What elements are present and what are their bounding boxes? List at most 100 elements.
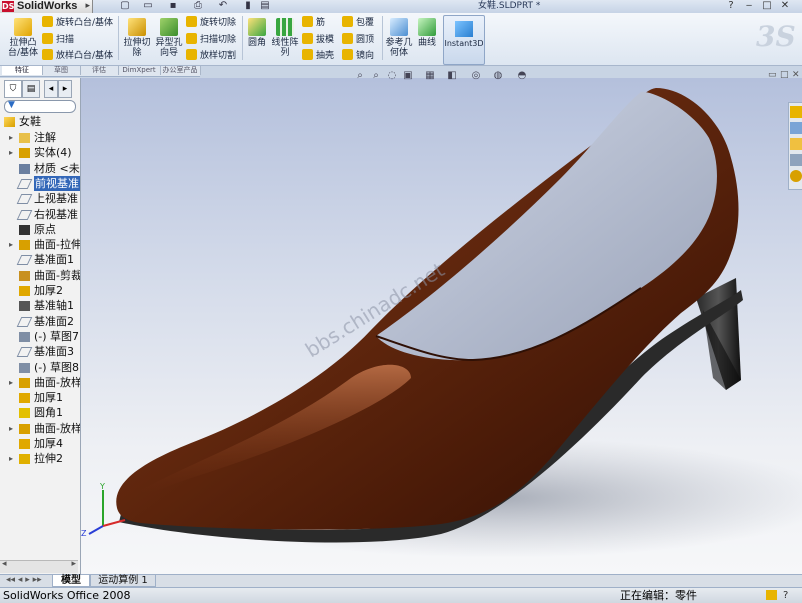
- tree-item[interactable]: 加厚2: [0, 283, 80, 298]
- tree-item[interactable]: ▸ 曲面-放样: [0, 375, 80, 390]
- sweep-button[interactable]: 扫描: [42, 33, 74, 47]
- tree-item[interactable]: 基准面2: [0, 314, 80, 329]
- tree-item[interactable]: 右视基准: [0, 207, 80, 222]
- tree-root[interactable]: 女鞋: [0, 114, 80, 129]
- save-icon[interactable]: ▪: [166, 0, 180, 12]
- ribbon-separator: [242, 16, 243, 60]
- open-folder-icon[interactable]: ▭: [141, 0, 155, 12]
- sketch-icon: [19, 331, 30, 342]
- minimize-button[interactable]: ‒: [740, 0, 758, 12]
- tree-item[interactable]: ▸ 实体(4): [0, 145, 80, 160]
- tab-scroll-icons[interactable]: ◂◂ ◂ ▸ ▸▸: [6, 575, 42, 585]
- expand-arrow-icon[interactable]: ▸: [9, 375, 13, 390]
- rib-button[interactable]: 筋: [302, 16, 325, 30]
- revolve-boss-button[interactable]: 旋转凸台/基体: [42, 16, 113, 30]
- expand-arrow-icon[interactable]: ▸: [9, 145, 13, 160]
- viewport-restore-icon[interactable]: ▭: [768, 70, 777, 80]
- tree-item[interactable]: ▸ 曲面-拉伸: [0, 237, 80, 252]
- tree-item[interactable]: 曲面-剪裁: [0, 268, 80, 283]
- scroll-right-arrow-icon[interactable]: ▸: [71, 559, 76, 569]
- file-explorer-icon[interactable]: [790, 138, 802, 150]
- sweep-cut-button[interactable]: 扫描切除: [186, 33, 236, 47]
- display-style-icon[interactable]: ◧: [444, 69, 460, 83]
- tree-item[interactable]: 基准轴1: [0, 298, 80, 313]
- property-manager-tab-icon[interactable]: ▤: [22, 80, 40, 98]
- feature-filter-input[interactable]: ▼: [4, 100, 76, 113]
- expand-arrow-icon[interactable]: ▸: [9, 130, 13, 145]
- tree-item[interactable]: 基准面3: [0, 344, 80, 359]
- rebuild-icon[interactable]: ▮: [241, 0, 255, 12]
- tree-item[interactable]: 材质 <未: [0, 161, 80, 176]
- tree-item[interactable]: 原点: [0, 222, 80, 237]
- tree-item[interactable]: 基准面1: [0, 252, 80, 267]
- tab-dimxpert[interactable]: DimXpert: [118, 66, 161, 75]
- maximize-button[interactable]: □: [758, 0, 776, 12]
- options-icon[interactable]: ▤: [258, 0, 272, 12]
- tree-item[interactable]: 圆角1: [0, 405, 80, 420]
- scroll-left-icon[interactable]: ◂: [44, 80, 58, 98]
- horizontal-scrollbar[interactable]: ◂ ▸: [0, 559, 78, 573]
- rebuild-status-icon[interactable]: [766, 590, 777, 600]
- tab-evaluate[interactable]: 评估: [80, 66, 119, 75]
- tree-item[interactable]: (-) 草图8: [0, 360, 80, 375]
- expand-arrow-icon[interactable]: ▸: [9, 421, 13, 436]
- print-icon[interactable]: ⎙: [191, 0, 205, 12]
- wrap-button[interactable]: 包覆: [342, 16, 374, 30]
- tree-item[interactable]: 上视基准: [0, 191, 80, 206]
- hole-wizard-button[interactable]: 异型孔向导: [154, 18, 184, 58]
- scroll-left-arrow-icon[interactable]: ◂: [2, 559, 7, 569]
- dome-button[interactable]: 圆顶: [342, 33, 374, 47]
- apply-scene-icon[interactable]: ◓: [514, 69, 530, 83]
- previous-view-icon[interactable]: ◌: [384, 69, 400, 83]
- appearances-icon[interactable]: [790, 170, 802, 182]
- view-orientation-icon[interactable]: ▦: [422, 69, 438, 83]
- tree-item[interactable]: (-) 草图7: [0, 329, 80, 344]
- tab-office-products[interactable]: 办公室产品: [160, 66, 201, 75]
- viewport-maximize-icon[interactable]: □: [780, 70, 789, 80]
- curves-button[interactable]: 曲线: [416, 18, 438, 48]
- expand-arrow-icon[interactable]: ▸: [9, 451, 13, 466]
- edit-appearance-icon[interactable]: ◍: [490, 69, 506, 83]
- tree-item[interactable]: ▸ 拉伸2: [0, 451, 80, 466]
- revolve-cut-button[interactable]: 旋转切除: [186, 16, 236, 30]
- tree-item[interactable]: ▸ 注解: [0, 130, 80, 145]
- reference-geometry-button[interactable]: 参考几何体: [385, 18, 413, 58]
- tab-sketch[interactable]: 草图: [42, 66, 81, 75]
- close-button[interactable]: ✕: [776, 0, 794, 12]
- solidworks-menu-button[interactable]: DS SolidWorks ▸: [0, 0, 93, 13]
- view-palette-icon[interactable]: [790, 154, 802, 166]
- loft-boss-button[interactable]: 放样凸台/基体: [42, 49, 113, 63]
- tab-model[interactable]: 模型: [52, 575, 90, 587]
- section-view-icon[interactable]: ▣: [400, 69, 416, 83]
- help-status-icon[interactable]: ?: [783, 588, 788, 603]
- resources-icon[interactable]: [790, 106, 802, 118]
- hide-show-items-icon[interactable]: ◎: [468, 69, 484, 83]
- extrude-cut-button[interactable]: 拉伸切除: [122, 18, 152, 58]
- instant3d-button[interactable]: Instant3D: [443, 15, 485, 65]
- tab-motion-study[interactable]: 运动算例 1: [90, 575, 156, 587]
- fillet-button[interactable]: 圆角: [246, 18, 268, 48]
- tab-features[interactable]: 特征: [2, 66, 43, 75]
- design-library-icon[interactable]: [790, 122, 802, 134]
- shell-button[interactable]: 抽壳: [302, 49, 334, 63]
- shoe-model[interactable]: Y Z bbs.chinadc.net: [81, 78, 802, 574]
- tree-item[interactable]: 加厚1: [0, 390, 80, 405]
- linear-pattern-button[interactable]: 线性阵列: [270, 18, 300, 58]
- graphics-area[interactable]: Y Z bbs.chinadc.net: [81, 78, 802, 574]
- mirror-button[interactable]: 镜向: [342, 49, 374, 63]
- loft-cut-button[interactable]: 放样切割: [186, 49, 236, 63]
- zoom-to-fit-icon[interactable]: ⌕: [352, 69, 368, 83]
- scroll-right-icon[interactable]: ▸: [58, 80, 72, 98]
- help-icon[interactable]: ?: [722, 0, 740, 12]
- viewport-close-icon[interactable]: ✕: [792, 70, 800, 80]
- undo-icon[interactable]: ↶: [216, 0, 230, 12]
- feature-tree-tab-icon[interactable]: ⛉: [4, 80, 22, 98]
- zoom-area-icon[interactable]: ⌕: [368, 69, 384, 83]
- tree-item[interactable]: 加厚4: [0, 436, 80, 451]
- tree-item[interactable]: ▸ 曲面-放样: [0, 421, 80, 436]
- extrude-boss-button[interactable]: 拉伸凸台/基体: [6, 18, 40, 58]
- tree-item[interactable]: 前视基准: [0, 175, 80, 191]
- new-document-icon[interactable]: ▢: [118, 0, 132, 12]
- expand-arrow-icon[interactable]: ▸: [9, 237, 13, 252]
- draft-button[interactable]: 拔模: [302, 33, 334, 47]
